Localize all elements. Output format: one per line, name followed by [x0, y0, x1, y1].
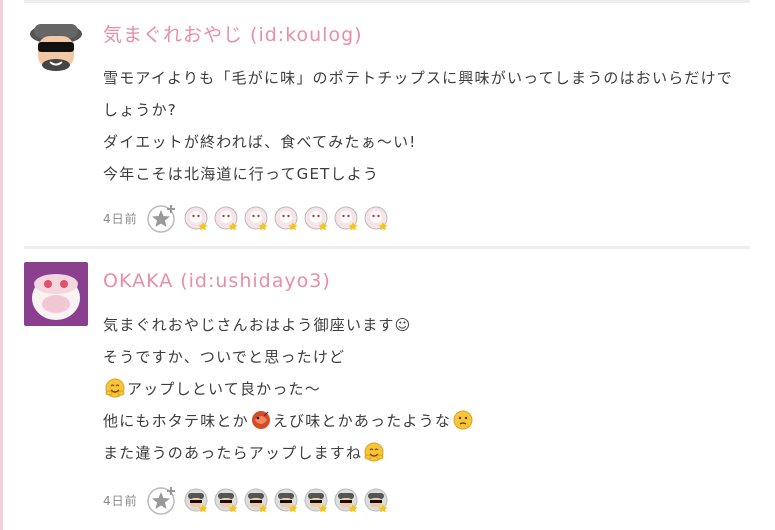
author-name[interactable]: 気まぐれおやじ (id:koulog) [103, 20, 363, 47]
comment-body: 気まぐれおやじさんおはよう御座います☺ そうですか、ついでと思ったけど アップし… [103, 309, 475, 469]
star-user-avatar[interactable] [364, 206, 388, 230]
star-user-avatar[interactable] [214, 206, 238, 230]
comment-line: ダイエットが終われば、食べてみたぁ〜い! [103, 133, 417, 151]
star-user-avatar[interactable] [184, 206, 208, 230]
comment-line: しょうか? [103, 101, 177, 119]
comment-line-text: アップしといて良かった〜 [127, 380, 321, 398]
comment-line-text: 他にもホタテ味とか [103, 412, 249, 430]
timestamp[interactable]: 4日前 [103, 210, 138, 227]
avatar-ushidayo3[interactable] [24, 262, 88, 326]
star-user-avatar[interactable] [364, 488, 388, 512]
star-user-avatar[interactable] [334, 488, 358, 512]
comment-line: 今年こそは北海道に行ってGETしよう [103, 165, 380, 183]
star-user-avatar[interactable] [214, 488, 238, 512]
star-user-avatar[interactable] [274, 206, 298, 230]
comment-line-text: また違うのあったらアップしますね [103, 444, 363, 462]
star-user-avatar[interactable] [244, 206, 268, 230]
star-user-avatar[interactable] [244, 488, 268, 512]
hug-emoji-icon [364, 441, 384, 462]
timestamp[interactable]: 4日前 [103, 492, 138, 509]
divider-middle [24, 246, 750, 249]
hug-emoji-icon [105, 377, 125, 398]
add-star-icon[interactable] [146, 203, 176, 233]
star-user-avatar[interactable] [274, 488, 298, 512]
comment-body: 雪モアイよりも「毛がに味」のポテトチップスに興味がいってしまうのはおいらだけで … [103, 62, 733, 190]
comment-line: アップしといて良かった〜 [103, 373, 475, 405]
comment-line: 気まぐれおやじさんおはよう御座います☺ [103, 316, 412, 334]
comment-section: 気まぐれおやじ (id:koulog) 雪モアイよりも「毛がに味」のポテトチップ… [0, 0, 775, 530]
star-user-avatar[interactable] [184, 488, 208, 512]
comment-line-text: えび味とかあったような [272, 412, 452, 430]
comment-line: そうですか、ついでと思ったけど [103, 348, 346, 366]
left-border [0, 0, 3, 530]
comment-footer: 4日前 [103, 484, 394, 516]
star-user-avatar[interactable] [304, 488, 328, 512]
star-user-avatar[interactable] [304, 206, 328, 230]
thinking-emoji-icon [453, 409, 473, 430]
star-user-avatar[interactable] [334, 206, 358, 230]
comment-footer: 4日前 [103, 202, 394, 234]
author-name[interactable]: OKAKA (id:ushidayo3) [103, 270, 331, 292]
avatar-koulog[interactable] [24, 14, 88, 78]
comment-line: 他にもホタテ味とか えび味とかあったような [103, 405, 475, 437]
shrimp-emoji-icon [251, 409, 271, 429]
add-star-icon[interactable] [146, 485, 176, 515]
divider-top [24, 0, 750, 3]
comment-line: 雪モアイよりも「毛がに味」のポテトチップスに興味がいってしまうのはおいらだけで [103, 69, 734, 87]
comment-line: また違うのあったらアップしますね [103, 437, 475, 469]
